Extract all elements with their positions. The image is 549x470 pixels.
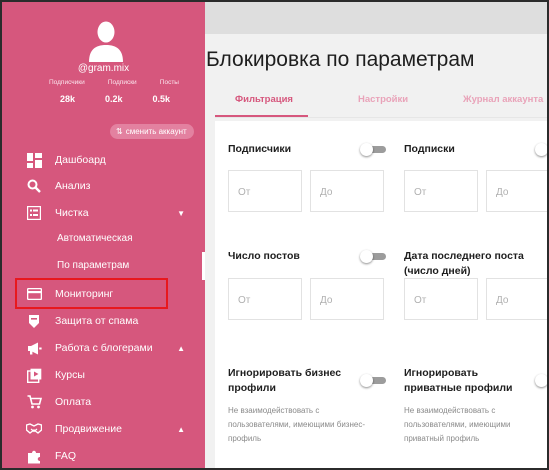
last-post-label-line2: (число дней)	[404, 265, 471, 277]
followers-label: Подписчики	[228, 143, 292, 155]
sidebar-item-cleaning[interactable]: Чистка ▼	[2, 201, 205, 225]
sidebar-item-label: Чистка	[55, 207, 89, 219]
shield-icon	[26, 313, 42, 329]
stat-label-followers: Подписчики	[49, 79, 85, 86]
filter-card: Подписчики От До Подписки От До Число по…	[215, 121, 547, 468]
avatar-icon[interactable]	[89, 20, 123, 62]
megaphone-icon	[26, 340, 42, 356]
sidebar-item-label: FAQ	[55, 450, 77, 462]
cart-icon	[26, 394, 42, 410]
chevron-up-icon[interactable]: ▲	[177, 344, 185, 353]
ignore-private-description: Не взаимодействовать с пользователями, и…	[404, 404, 511, 446]
sidebar-item-dashboard[interactable]: Дашбоард	[2, 148, 205, 172]
username: @gram.mix	[77, 63, 130, 74]
sidebar-subitem-by-parameters[interactable]: По параметрам	[57, 260, 129, 271]
ignore-private-label: Игнорировать приватные профили	[404, 366, 513, 396]
sidebar: @gram.mix Подписчики Подписки Посты 28k …	[2, 2, 205, 468]
stat-value-followers: 28k	[60, 94, 76, 104]
last-post-label-line1: Дата последнего поста	[404, 250, 524, 262]
top-bar	[205, 2, 547, 34]
ignore-private-desc-line2: пользователями, имеющими	[404, 420, 511, 429]
sidebar-item-label: Дашбоард	[55, 154, 106, 166]
app-window: @gram.mix Подписчики Подписки Посты 28k …	[0, 0, 549, 470]
following-to-input[interactable]: До	[486, 170, 547, 212]
followers-toggle[interactable]	[360, 143, 386, 156]
toggle-knob	[360, 250, 373, 263]
sidebar-item-label: Оплата	[55, 396, 92, 408]
last-post-date-label: Дата последнего поста (число дней)	[404, 249, 524, 279]
sidebar-item-faq[interactable]: FAQ	[2, 444, 205, 468]
stat-label-posts: Посты	[159, 79, 179, 86]
posts-count-toggle[interactable]	[360, 250, 386, 263]
following-label: Подписки	[404, 143, 455, 155]
ignore-business-desc-line1: Не взаимодействовать с	[228, 406, 320, 415]
profile-stat-values: 28k 0.2k 0.5k	[60, 94, 170, 104]
dashboard-icon	[26, 152, 42, 168]
tab-account-log[interactable]: Журнал аккаунта	[463, 94, 543, 105]
last-post-to-input[interactable]: До	[486, 278, 547, 320]
toggle-knob	[535, 374, 547, 387]
ignore-business-toggle[interactable]	[360, 374, 386, 387]
ignore-business-label-line2: профили	[228, 382, 276, 394]
search-icon	[26, 178, 42, 194]
followers-from-input[interactable]: От	[228, 170, 302, 212]
sidebar-item-promotion[interactable]: Продвижение ▲	[2, 417, 205, 441]
sidebar-item-bloggers[interactable]: Работа с блогерами ▲	[2, 336, 205, 360]
tab-bar: Фильтрация Настройки Журнал аккаунта	[215, 90, 547, 114]
ignore-private-desc-line1: Не взаимодействовать с	[404, 406, 496, 415]
following-from-input[interactable]: От	[404, 170, 478, 212]
switch-account-button[interactable]: ⇅ сменить аккаунт	[110, 124, 194, 139]
sidebar-item-label: Продвижение	[55, 423, 122, 435]
puzzle-icon	[26, 448, 42, 464]
sidebar-item-label: Анализ	[55, 180, 91, 192]
sidebar-item-courses[interactable]: Курсы	[2, 363, 205, 387]
sidebar-item-label: Работа с блогерами	[55, 342, 153, 354]
stat-value-posts: 0.5k	[152, 94, 170, 104]
ignore-business-description: Не взаимодействовать с пользователями, и…	[228, 404, 365, 446]
tab-settings[interactable]: Настройки	[358, 94, 408, 105]
sidebar-item-analysis[interactable]: Анализ	[2, 174, 205, 198]
ignore-business-desc-line2: пользователями, имеющими бизнес-	[228, 420, 365, 429]
chevron-down-icon[interactable]: ▼	[177, 209, 185, 218]
ignore-private-toggle[interactable]	[535, 374, 547, 387]
tabs-divider	[215, 117, 547, 118]
courses-icon	[26, 367, 42, 383]
following-toggle[interactable]	[535, 143, 547, 156]
toggle-knob	[360, 374, 373, 387]
followers-to-input[interactable]: До	[310, 170, 384, 212]
ignore-private-label-line2: приватные профили	[404, 382, 513, 394]
profile-stat-labels: Подписчики Подписки Посты	[49, 79, 179, 86]
sidebar-subitem-automatic[interactable]: Автоматическая	[57, 233, 133, 244]
ignore-business-label: Игнорировать бизнес профили	[228, 366, 341, 396]
switch-account-label: сменить аккаунт	[125, 127, 187, 136]
chevron-up-icon[interactable]: ▲	[177, 425, 185, 434]
sidebar-item-label: Защита от спама	[55, 315, 139, 327]
ignore-private-label-line1: Игнорировать	[404, 367, 479, 379]
tab-filtering[interactable]: Фильтрация	[235, 94, 293, 105]
posts-from-input[interactable]: От	[228, 278, 302, 320]
switch-icon: ⇅	[116, 127, 123, 136]
last-post-from-input[interactable]: От	[404, 278, 478, 320]
page-title: Блокировка по параметрам	[206, 48, 475, 71]
stat-label-following: Подписки	[107, 79, 137, 86]
toggle-knob	[360, 143, 373, 156]
ignore-business-label-line1: Игнорировать бизнес	[228, 367, 342, 379]
stat-value-following: 0.2k	[104, 94, 123, 104]
highlight-box	[15, 278, 168, 309]
sidebar-item-spam-protection[interactable]: Защита от спама	[2, 309, 205, 333]
ignore-private-desc-line3: приватный профиль	[404, 434, 480, 443]
list-icon	[26, 205, 42, 221]
posts-to-input[interactable]: До	[310, 278, 384, 320]
sidebar-item-payment[interactable]: Оплата	[2, 390, 205, 414]
toggle-knob	[535, 143, 547, 156]
sidebar-item-label: Курсы	[55, 369, 85, 381]
posts-count-label: Число постов	[228, 250, 300, 262]
ignore-business-desc-line3: профиль	[228, 434, 262, 443]
handshake-icon	[26, 421, 42, 437]
main-content: Блокировка по параметрам Фильтрация Наст…	[205, 2, 547, 468]
